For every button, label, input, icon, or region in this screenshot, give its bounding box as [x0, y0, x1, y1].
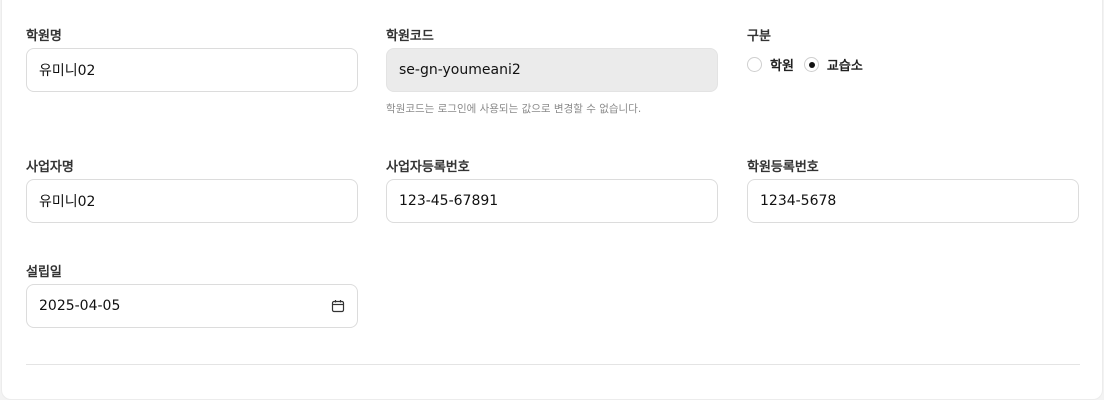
category-radio-group: 학원 교습소: [747, 55, 873, 74]
academy-code-hint: 학원코드는 로그인에 사용되는 값으로 변경할 수 없습니다.: [386, 103, 642, 115]
academy-reg-no-input[interactable]: 1234-5678: [747, 179, 1079, 223]
calendar-icon[interactable]: [331, 299, 345, 313]
category-field: 구분 학원 교습소: [747, 25, 1079, 105]
business-reg-no-input[interactable]: 123-45-67891: [386, 179, 718, 223]
academy-name-label: 학원명: [26, 29, 62, 44]
founding-date-value: 2025-04-05: [39, 298, 121, 314]
academy-name-field: 학원명 유미니02: [26, 25, 358, 105]
business-reg-no-value: 123-45-67891: [399, 193, 499, 209]
section-divider: [26, 364, 1080, 365]
business-name-label: 사업자명: [26, 160, 74, 175]
radio-tutoring-center-circle[interactable]: [803, 57, 819, 72]
business-name-input[interactable]: 유미니02: [26, 179, 358, 223]
academy-reg-no-field: 학원등록번호 1234-5678: [747, 156, 1079, 236]
academy-code-label: 학원코드: [386, 29, 434, 44]
academy-reg-no-label: 학원등록번호: [747, 160, 819, 175]
radio-tutoring-center-label: 교습소: [826, 59, 863, 74]
founding-date-field: 설립일 2025-04-05: [26, 261, 358, 341]
radio-academy[interactable]: 학원: [747, 55, 794, 74]
academy-code-input: se-gn-youmeani2: [386, 48, 718, 92]
radio-academy-label: 학원: [770, 59, 794, 74]
radio-academy-circle[interactable]: [747, 57, 762, 72]
business-name-field: 사업자명 유미니02: [26, 156, 358, 236]
founding-date-label: 설립일: [26, 265, 62, 280]
business-reg-no-label: 사업자등록번호: [386, 160, 470, 175]
academy-code-value: se-gn-youmeani2: [399, 62, 521, 78]
business-name-value: 유미니02: [39, 194, 96, 210]
founding-date-input[interactable]: 2025-04-05: [26, 284, 358, 328]
radio-tutoring-center[interactable]: 교습소: [803, 55, 863, 74]
business-reg-no-field: 사업자등록번호 123-45-67891: [386, 156, 718, 236]
academy-code-field: 학원코드 se-gn-youmeani2 학원코드는 로그인에 사용되는 값으로…: [386, 25, 718, 125]
academy-reg-no-value: 1234-5678: [760, 193, 837, 209]
academy-name-input[interactable]: 유미니02: [26, 48, 358, 92]
academy-info-card: 학원명 유미니02 학원코드 se-gn-youmeani2 학원코드는 로그인…: [1, 0, 1103, 400]
category-label: 구분: [747, 29, 771, 44]
academy-name-value: 유미니02: [39, 63, 96, 79]
